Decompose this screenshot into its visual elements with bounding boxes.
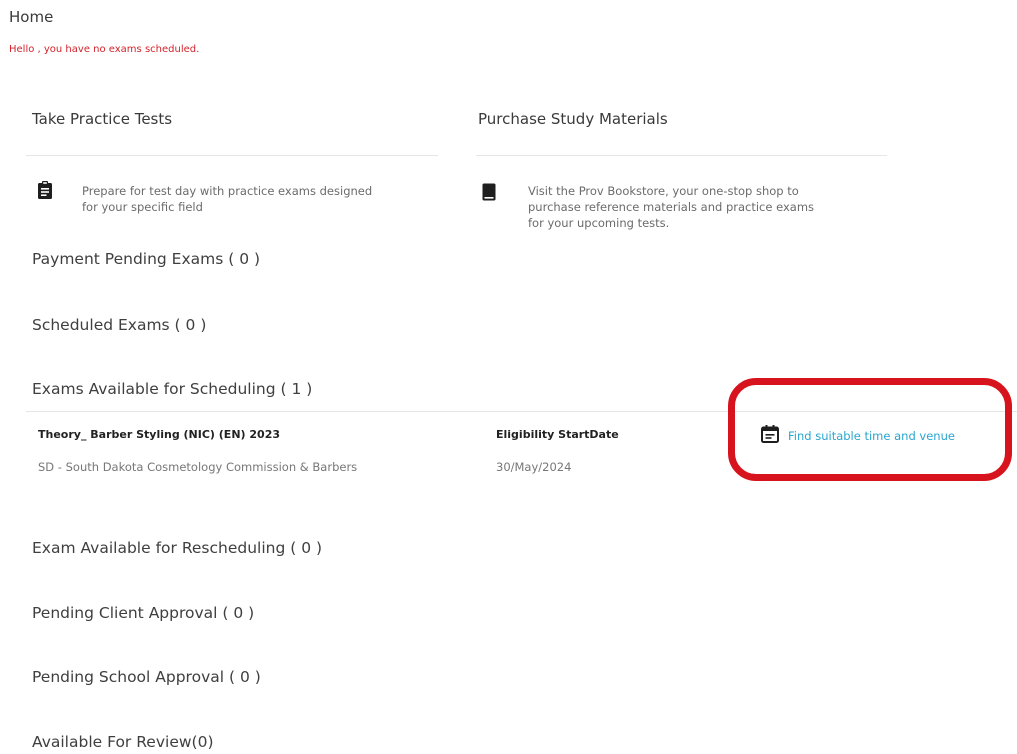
- study-materials-title[interactable]: Purchase Study Materials: [478, 110, 668, 128]
- scheduling-divider: [26, 411, 1017, 412]
- section-available-scheduling[interactable]: Exams Available for Scheduling ( 1 ): [32, 380, 312, 398]
- practice-tests-divider: [26, 155, 438, 156]
- book-icon: [482, 183, 496, 201]
- clipboard-icon: [37, 180, 53, 200]
- eligibility-label: Eligibility StartDate: [496, 428, 619, 441]
- find-time-venue-link[interactable]: Find suitable time and venue: [760, 424, 955, 448]
- section-client-approval[interactable]: Pending Client Approval ( 0 ): [32, 604, 254, 622]
- section-school-approval[interactable]: Pending School Approval ( 0 ): [32, 668, 261, 686]
- calendar-icon: [760, 424, 780, 448]
- practice-tests-title[interactable]: Take Practice Tests: [32, 110, 172, 128]
- greeting-message: Hello , you have no exams scheduled.: [9, 44, 200, 55]
- section-scheduled-exams[interactable]: Scheduled Exams ( 0 ): [32, 316, 206, 334]
- page-title: Home: [9, 8, 54, 26]
- find-time-venue-label: Find suitable time and venue: [788, 429, 955, 443]
- section-available-review[interactable]: Available For Review(0): [32, 733, 214, 751]
- study-materials-description: Visit the Prov Bookstore, your one-stop …: [528, 184, 815, 230]
- section-payment-pending[interactable]: Payment Pending Exams ( 0 ): [32, 250, 260, 268]
- exam-organization: SD - South Dakota Cosmetology Commission…: [38, 460, 358, 474]
- study-materials-divider: [476, 155, 887, 156]
- section-rescheduling[interactable]: Exam Available for Rescheduling ( 0 ): [32, 539, 322, 557]
- exam-name: Theory_ Barber Styling (NIC) (EN) 2023: [38, 428, 280, 441]
- eligibility-date: 30/May/2024: [496, 460, 572, 474]
- practice-tests-description: Prepare for test day with practice exams…: [82, 184, 373, 214]
